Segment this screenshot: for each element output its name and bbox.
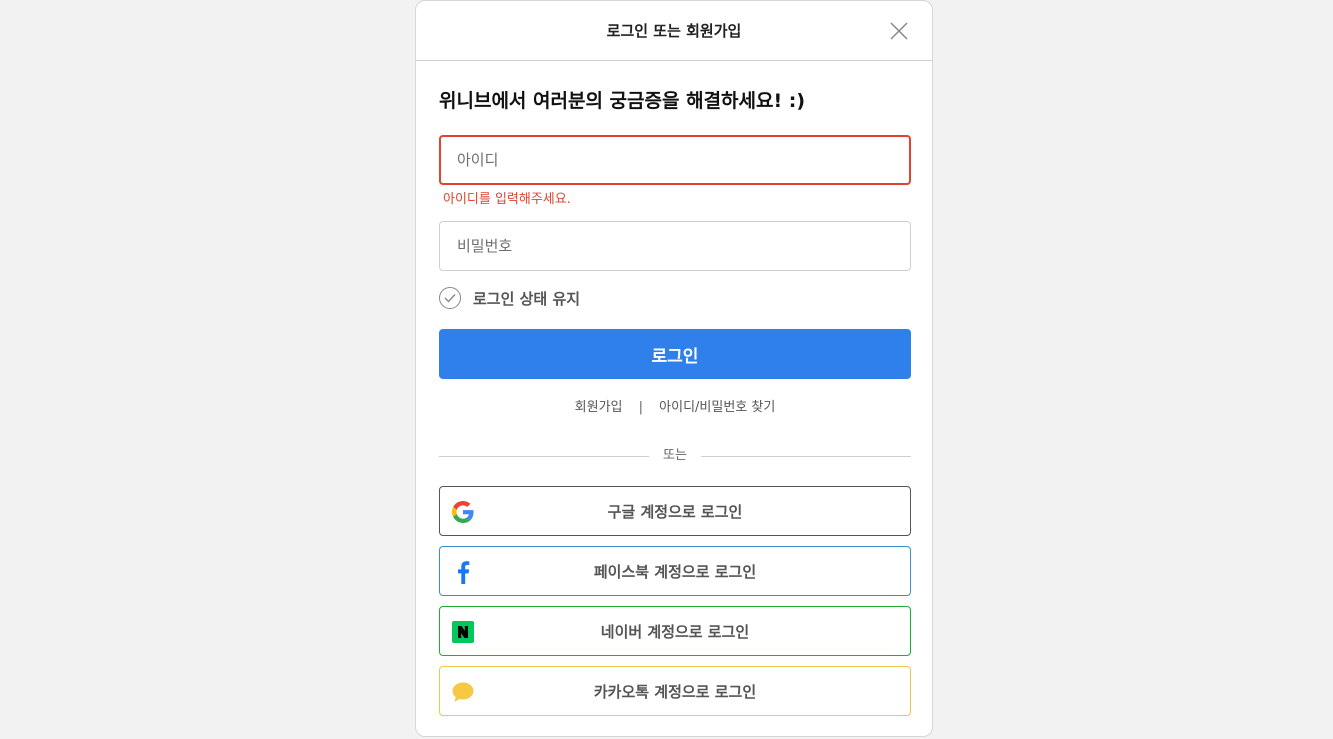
account-links: 회원가입 | 아이디/비밀번호 찾기 <box>439 399 911 417</box>
facebook-icon <box>451 560 475 584</box>
login-button[interactable]: 로그인 <box>439 329 911 379</box>
kakao-login-button[interactable]: 카카오톡 계정으로 로그인 <box>439 666 911 716</box>
password-input[interactable] <box>439 221 911 271</box>
google-login-label: 구글 계정으로 로그인 <box>607 502 743 521</box>
link-separator: | <box>638 400 644 415</box>
naver-login-button[interactable]: 네이버 계정으로 로그인 <box>439 606 911 656</box>
close-icon <box>890 22 908 40</box>
login-modal: 로그인 또는 회원가입 위니브에서 여러분의 궁금증을 해결하세요! :) 아이… <box>415 0 933 737</box>
signup-link[interactable]: 회원가입 <box>575 400 623 415</box>
id-error-message: 아이디를 입력해주세요. <box>443 192 571 207</box>
facebook-login-button[interactable]: 페이스북 계정으로 로그인 <box>439 546 911 596</box>
headline: 위니브에서 여러분의 궁금증을 해결하세요! :) <box>439 90 806 112</box>
check-icon <box>444 294 456 303</box>
keep-login-checkbox[interactable] <box>439 287 461 309</box>
modal-header: 로그인 또는 회원가입 <box>416 1 932 61</box>
naver-login-label: 네이버 계정으로 로그인 <box>600 622 750 641</box>
google-login-button[interactable]: 구글 계정으로 로그인 <box>439 486 911 536</box>
divider-line-right <box>701 456 911 457</box>
keep-login-label: 로그인 상태 유지 <box>473 289 581 308</box>
kakao-icon <box>451 680 475 704</box>
find-account-link[interactable]: 아이디/비밀번호 찾기 <box>659 400 775 415</box>
kakao-login-label: 카카오톡 계정으로 로그인 <box>593 682 757 701</box>
close-button[interactable] <box>888 20 910 42</box>
facebook-login-label: 페이스북 계정으로 로그인 <box>593 562 757 581</box>
modal-title: 로그인 또는 회원가입 <box>606 22 742 40</box>
id-input[interactable] <box>439 135 911 185</box>
google-icon <box>451 500 475 524</box>
naver-icon <box>451 620 475 644</box>
keep-login-toggle[interactable]: 로그인 상태 유지 <box>439 286 580 310</box>
or-divider: 또는 <box>439 447 911 465</box>
